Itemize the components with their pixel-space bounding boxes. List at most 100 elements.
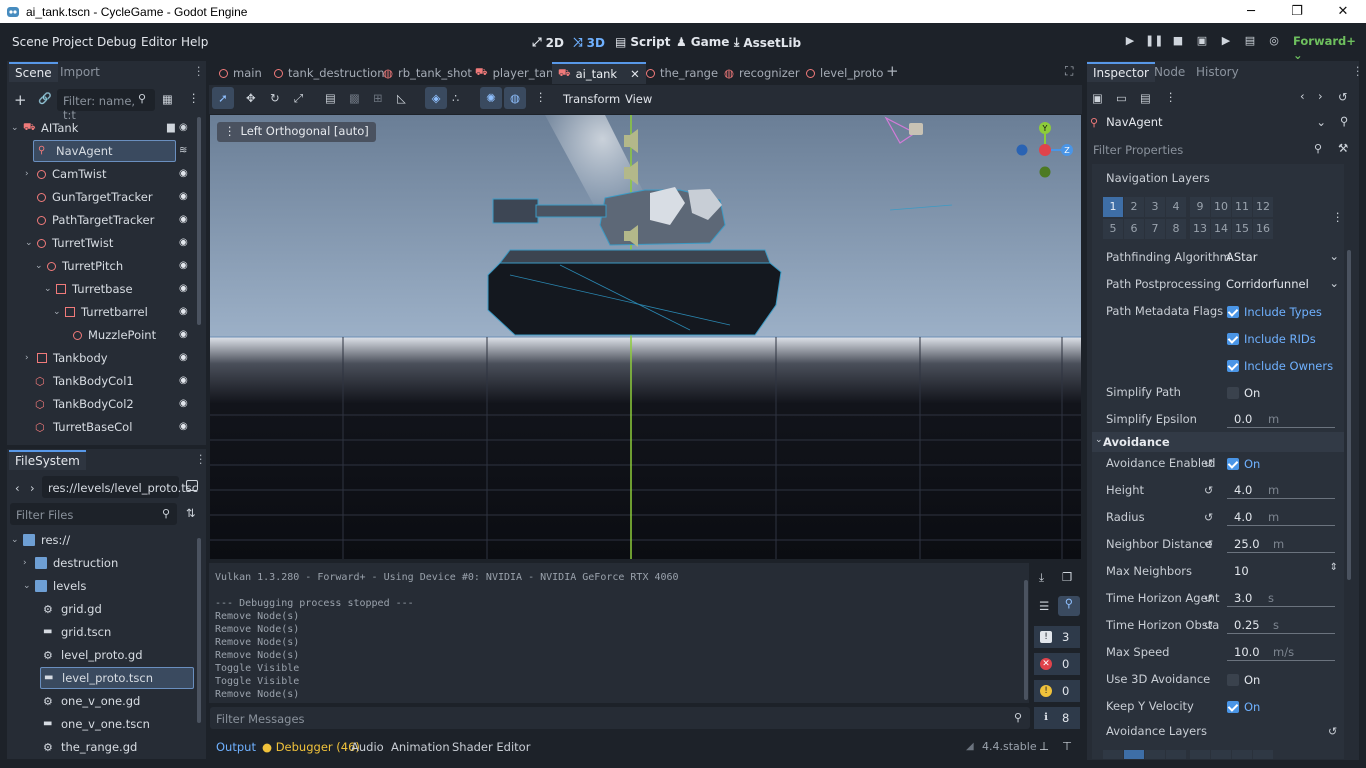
tab-inspector[interactable]: Inspector	[1087, 62, 1155, 82]
file-item-res[interactable]: ⌄ res://	[11, 529, 70, 551]
neighbor-distance-input[interactable]: 25.0 m	[1227, 534, 1335, 554]
close-button[interactable]: ✕	[1320, 0, 1366, 23]
file-item-levels[interactable]: ⌄ levels	[23, 575, 86, 597]
select-tool-icon[interactable]: ➚	[212, 87, 234, 109]
layer-cell[interactable]: 5	[1103, 219, 1123, 239]
layer-cell[interactable]: 14	[1211, 219, 1231, 239]
pause-icon[interactable]: ❚❚	[1145, 34, 1163, 50]
transform-menu[interactable]: Transform	[563, 92, 620, 106]
file-item-the-range-gd[interactable]: ⚙ the_range.gd	[43, 736, 137, 758]
simplify-epsilon-input[interactable]: 0.0 m	[1227, 409, 1335, 429]
tree-node-guntargettracker[interactable]: GunTargetTracker	[37, 186, 153, 208]
group-icon[interactable]: ⊞	[373, 91, 383, 105]
scene-tab-the-range[interactable]: the_range	[646, 62, 718, 84]
file-item-grid-gd[interactable]: ⚙ grid.gd	[43, 598, 102, 620]
file-tree-scrollbar[interactable]	[197, 538, 201, 723]
pin-icon[interactable]: ⊥	[1039, 739, 1049, 753]
split-view-icon[interactable]	[186, 480, 198, 491]
save-icon[interactable]: ▤	[1140, 91, 1151, 105]
history-forward-icon[interactable]: ›	[1318, 89, 1323, 103]
visibility-eye-icon[interactable]: ◉	[179, 352, 188, 363]
restore-button[interactable]: ❐	[1274, 0, 1320, 23]
tree-node-pathtargettracker[interactable]: PathTargetTracker	[37, 209, 154, 231]
visibility-eye-icon[interactable]: ◉	[179, 375, 188, 386]
use-3d-avoidance-checkbox[interactable]	[1227, 674, 1239, 686]
workspace-script[interactable]: ▤ Script	[615, 35, 670, 49]
keep-y-velocity-checkbox[interactable]	[1227, 701, 1239, 713]
ruler-icon[interactable]: ◺	[397, 91, 406, 105]
stop-icon[interactable]: ■	[1169, 34, 1187, 50]
path-postprocessing-dropdown[interactable]: Corridorfunnel ⌄	[1221, 274, 1343, 294]
dock-menu-icon[interactable]: ⋮	[193, 64, 205, 78]
file-item-one-v-one-tscn[interactable]: ▬ one_v_one.tscn	[43, 713, 150, 735]
filter-errors-toggle[interactable]: ✕ 0	[1034, 653, 1080, 675]
scale-tool-icon[interactable]: ⤢	[294, 91, 303, 106]
revert-icon[interactable]: ↺	[1204, 511, 1216, 524]
scene-tab-recognizer[interactable]: ◍ recognizer	[724, 62, 800, 84]
include-types-checkbox[interactable]	[1227, 306, 1239, 318]
snap-icon[interactable]: ∴	[452, 91, 459, 105]
renderer-dropdown[interactable]: Forward+ ⌄	[1293, 34, 1366, 62]
collapse-icon[interactable]: ☰	[1039, 599, 1049, 613]
pathfinding-algorithm-dropdown[interactable]: AStar ⌄	[1221, 247, 1343, 267]
play-scene-icon[interactable]: ▶	[1217, 34, 1235, 50]
menu-editor[interactable]: Editor	[141, 35, 177, 49]
layer-cell[interactable]: 1	[1103, 197, 1123, 217]
revert-icon[interactable]: ↺	[1204, 592, 1216, 605]
max-speed-input[interactable]: 10.0 m/s	[1227, 642, 1335, 662]
remote-debug-icon[interactable]: ▣	[1193, 34, 1211, 50]
workspace-game[interactable]: ♟ Game	[676, 35, 729, 49]
script-attach-icon[interactable]: ▦	[162, 92, 173, 106]
visibility-eye-icon[interactable]: ◉	[179, 329, 188, 340]
layer-cell[interactable]: 10	[1211, 197, 1231, 217]
distraction-free-icon[interactable]: ⛶	[1065, 64, 1073, 79]
menu-help[interactable]: Help	[181, 35, 208, 49]
environment-preview-icon[interactable]: ◍	[504, 87, 526, 109]
visibility-eye-icon[interactable]: ◉	[179, 237, 188, 248]
include-owners-checkbox[interactable]	[1227, 360, 1239, 372]
view-menu-button[interactable]: ⋮ Left Orthogonal [auto]	[217, 122, 376, 142]
list-select-icon[interactable]: ▤	[325, 91, 336, 105]
local-space-icon[interactable]: ◈	[425, 87, 447, 109]
layer-cell[interactable]: 12	[1253, 197, 1273, 217]
revert-icon[interactable]: ↺	[1204, 538, 1216, 551]
add-node-icon[interactable]: +	[14, 91, 27, 109]
copy-icon[interactable]: ❐	[1062, 570, 1072, 584]
layer-cell[interactable]: 4	[1166, 197, 1186, 217]
revert-icon[interactable]: ↺	[1204, 457, 1216, 470]
visibility-eye-icon[interactable]: ◉	[179, 306, 188, 317]
dock-menu-icon[interactable]: ⋮	[1352, 64, 1364, 78]
minimize-button[interactable]: ─	[1228, 0, 1274, 23]
file-item-level-proto-tscn[interactable]: ▬ level_proto.tscn	[40, 667, 194, 689]
more-options-icon[interactable]: ⋮	[1165, 90, 1177, 104]
tree-node-turretbasecol[interactable]: ⬡ TurretBaseCol	[35, 416, 132, 438]
play-custom-icon[interactable]: ▤	[1241, 34, 1259, 50]
include-rids-checkbox[interactable]	[1227, 333, 1239, 345]
layer-cell[interactable]: 15	[1232, 219, 1252, 239]
visibility-eye-icon[interactable]: ◉	[179, 421, 188, 432]
revert-icon[interactable]: ↺	[1204, 484, 1216, 497]
signal-icon[interactable]: ≋	[179, 145, 187, 156]
clear-output-icon[interactable]: ⤓	[1039, 570, 1044, 585]
scene-tab-main[interactable]: main	[219, 62, 262, 84]
tab-node[interactable]: Node	[1148, 63, 1191, 81]
layer-cell[interactable]: 8	[1166, 219, 1186, 239]
layer-cell[interactable]: 13	[1190, 219, 1210, 239]
layer-cell[interactable]: 2	[1124, 197, 1144, 217]
forward-icon[interactable]: ›	[30, 481, 35, 495]
filter-info-toggle[interactable]: ℹ8	[1034, 707, 1080, 729]
property-options-icon[interactable]: ⚒	[1338, 141, 1348, 155]
bottom-tab-shader-editor[interactable]: Shader Editor	[452, 740, 530, 754]
scene-tab-player-tank[interactable]: ⛟ player_tank	[475, 62, 560, 84]
movie-icon[interactable]: ◎	[1265, 34, 1283, 50]
tree-node-tankbodycol1[interactable]: ⬡ TankBodyCol1	[35, 370, 134, 392]
file-item-level-proto-gd[interactable]: ⚙ level_proto.gd	[43, 644, 143, 666]
layer-cell[interactable]: 9	[1190, 197, 1210, 217]
play-icon[interactable]: ▶	[1121, 34, 1139, 50]
tree-node-muzzlepoint[interactable]: MuzzlePoint	[73, 324, 156, 346]
layer-cell[interactable]: 6	[1124, 219, 1144, 239]
inspector-scrollbar[interactable]	[1347, 250, 1351, 580]
revert-icon[interactable]: ↺	[1328, 725, 1340, 738]
scene-tab-ai-tank[interactable]: ⛟ ai_tank ✕	[552, 62, 646, 84]
rotate-tool-icon[interactable]: ↻	[270, 91, 280, 105]
